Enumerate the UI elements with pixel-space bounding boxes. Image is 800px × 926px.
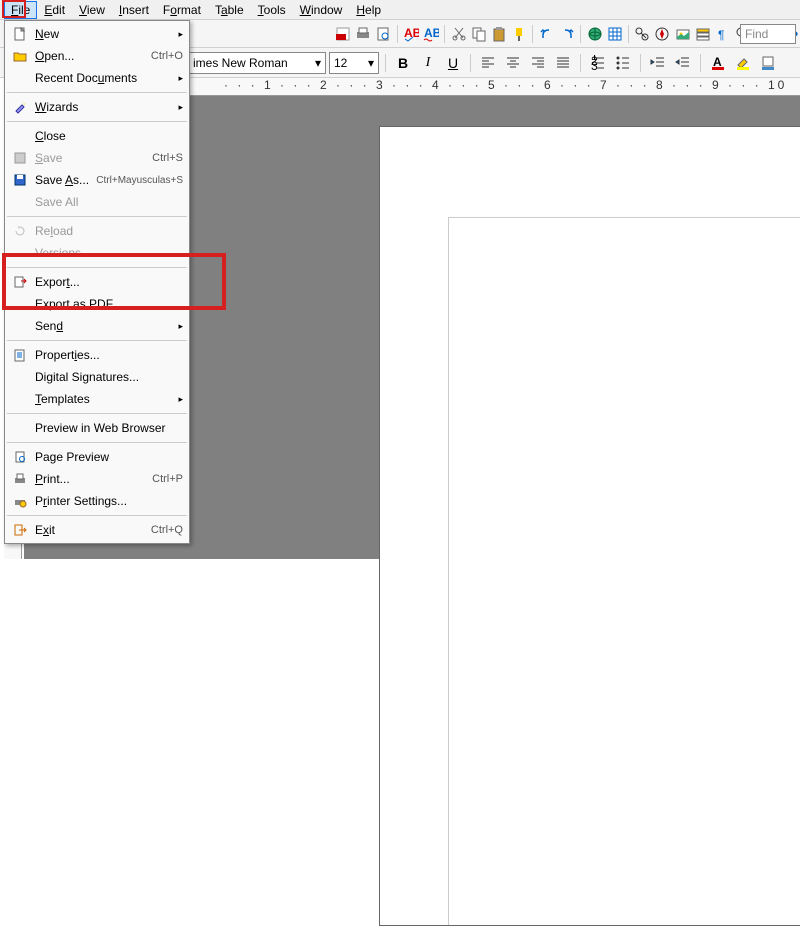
svg-text:3: 3 xyxy=(591,59,598,71)
menu-item-export-pdf[interactable]: Export as PDF... xyxy=(5,293,189,315)
format-paintbrush-icon[interactable] xyxy=(509,23,528,45)
submenu-arrow-icon: ▸ xyxy=(178,29,183,40)
chevron-down-icon: ▾ xyxy=(364,56,374,70)
autospell-icon[interactable]: ABC xyxy=(421,23,440,45)
nonprinting-icon[interactable]: ¶ xyxy=(713,23,732,45)
properties-icon xyxy=(11,347,29,363)
menu-item-wizards[interactable]: Wizards ▸ xyxy=(5,96,189,118)
numbering-button[interactable]: 123 xyxy=(587,52,609,74)
accel-open: Ctrl+O xyxy=(151,50,183,62)
printer-settings-icon xyxy=(11,493,29,509)
background-color-button[interactable] xyxy=(757,52,779,74)
menu-item-exit[interactable]: Exit Ctrl+Q xyxy=(5,519,189,541)
cut-icon[interactable] xyxy=(449,23,468,45)
svg-text:ABC: ABC xyxy=(424,26,439,40)
find-replace-icon[interactable] xyxy=(633,23,652,45)
increase-indent-button[interactable] xyxy=(672,52,694,74)
submenu-arrow-icon: ▸ xyxy=(178,73,183,84)
datasource-icon[interactable] xyxy=(693,23,712,45)
menu-item-properties[interactable]: Properties... xyxy=(5,344,189,366)
menu-item-save-all: Save All xyxy=(5,191,189,213)
wizard-icon xyxy=(11,99,29,115)
file-menu-dropdown: New ▸ Open... Ctrl+O Recent Documents ▸ … xyxy=(4,20,190,544)
menu-tools[interactable]: Tools xyxy=(251,1,293,19)
submenu-arrow-icon: ▸ xyxy=(178,394,183,405)
menu-item-save-as[interactable]: Save As... Ctrl+Mayusculas+S xyxy=(5,169,189,191)
print-icon[interactable] xyxy=(353,23,372,45)
navigator-icon[interactable] xyxy=(653,23,672,45)
chevron-down-icon: ▾ xyxy=(311,56,321,70)
accel-save: Ctrl+S xyxy=(152,152,183,164)
accel-save-as: Ctrl+Mayusculas+S xyxy=(96,175,183,186)
menu-window[interactable]: Window xyxy=(293,1,350,19)
menu-item-recent[interactable]: Recent Documents ▸ xyxy=(5,67,189,89)
page-preview-icon xyxy=(11,449,29,465)
font-color-button[interactable]: A xyxy=(707,52,729,74)
highlight-button[interactable] xyxy=(732,52,754,74)
document-page[interactable] xyxy=(379,126,800,926)
exit-icon xyxy=(11,522,29,538)
menu-item-printer-settings[interactable]: Printer Settings... xyxy=(5,490,189,512)
align-right-button[interactable] xyxy=(527,52,549,74)
menu-item-preview-web[interactable]: Preview in Web Browser xyxy=(5,417,189,439)
accel-exit: Ctrl+Q xyxy=(151,524,183,536)
find-toolbar-input[interactable]: Find xyxy=(740,24,796,44)
menu-view[interactable]: View xyxy=(72,1,112,19)
font-size-dropdown[interactable]: 12 ▾ xyxy=(329,52,379,74)
hyperlink-icon[interactable] xyxy=(585,23,604,45)
accel-print: Ctrl+P xyxy=(152,473,183,485)
menu-item-send[interactable]: Send ▸ xyxy=(5,315,189,337)
align-left-button[interactable] xyxy=(477,52,499,74)
menu-item-page-preview[interactable]: Page Preview xyxy=(5,446,189,468)
menu-item-templates[interactable]: Templates ▸ xyxy=(5,388,189,410)
menubar: File Edit View Insert Format Table Tools… xyxy=(0,0,800,20)
copy-icon[interactable] xyxy=(469,23,488,45)
menu-item-new[interactable]: New ▸ xyxy=(5,23,189,45)
print-icon xyxy=(11,471,29,487)
open-icon xyxy=(11,48,29,64)
menu-help[interactable]: Help xyxy=(349,1,388,19)
font-name-dropdown[interactable]: imes New Roman ▾ xyxy=(188,52,326,74)
font-size-value: 12 xyxy=(334,56,347,70)
submenu-arrow-icon: ▸ xyxy=(178,102,183,113)
menu-table[interactable]: Table xyxy=(208,1,251,19)
preview-icon[interactable] xyxy=(374,23,393,45)
export-icon xyxy=(11,274,29,290)
underline-button[interactable]: U xyxy=(442,52,464,74)
decrease-indent-button[interactable] xyxy=(647,52,669,74)
new-doc-icon xyxy=(11,26,29,42)
menu-item-signatures[interactable]: Digital Signatures... xyxy=(5,366,189,388)
align-justify-button[interactable] xyxy=(552,52,574,74)
export-pdf-icon[interactable] xyxy=(333,23,352,45)
redo-icon[interactable] xyxy=(557,23,576,45)
spellcheck-icon[interactable]: ABC xyxy=(401,23,420,45)
font-name-value: imes New Roman xyxy=(193,56,288,70)
svg-text:A: A xyxy=(713,55,722,69)
svg-text:¶: ¶ xyxy=(718,28,724,42)
menu-file[interactable]: File xyxy=(4,1,37,19)
bold-button[interactable]: B xyxy=(392,52,414,74)
save-icon xyxy=(11,150,29,166)
menu-item-open[interactable]: Open... Ctrl+O xyxy=(5,45,189,67)
reload-icon xyxy=(11,223,29,239)
bullets-button[interactable] xyxy=(612,52,634,74)
menu-item-versions: Versions... xyxy=(5,242,189,264)
menu-item-save[interactable]: Save Ctrl+S xyxy=(5,147,189,169)
undo-icon[interactable] xyxy=(537,23,556,45)
menu-format[interactable]: Format xyxy=(156,1,208,19)
gallery-icon[interactable] xyxy=(673,23,692,45)
italic-button[interactable]: I xyxy=(417,52,439,74)
menu-item-print[interactable]: Print... Ctrl+P xyxy=(5,468,189,490)
save-as-icon xyxy=(11,172,29,188)
table-icon[interactable] xyxy=(605,23,624,45)
menu-edit[interactable]: Edit xyxy=(37,1,72,19)
submenu-arrow-icon: ▸ xyxy=(178,321,183,332)
menu-item-close[interactable]: Close xyxy=(5,125,189,147)
align-center-button[interactable] xyxy=(502,52,524,74)
menu-item-export[interactable]: Export... xyxy=(5,271,189,293)
menu-insert[interactable]: Insert xyxy=(112,1,156,19)
menu-item-reload: Reload xyxy=(5,220,189,242)
paste-icon[interactable] xyxy=(489,23,508,45)
